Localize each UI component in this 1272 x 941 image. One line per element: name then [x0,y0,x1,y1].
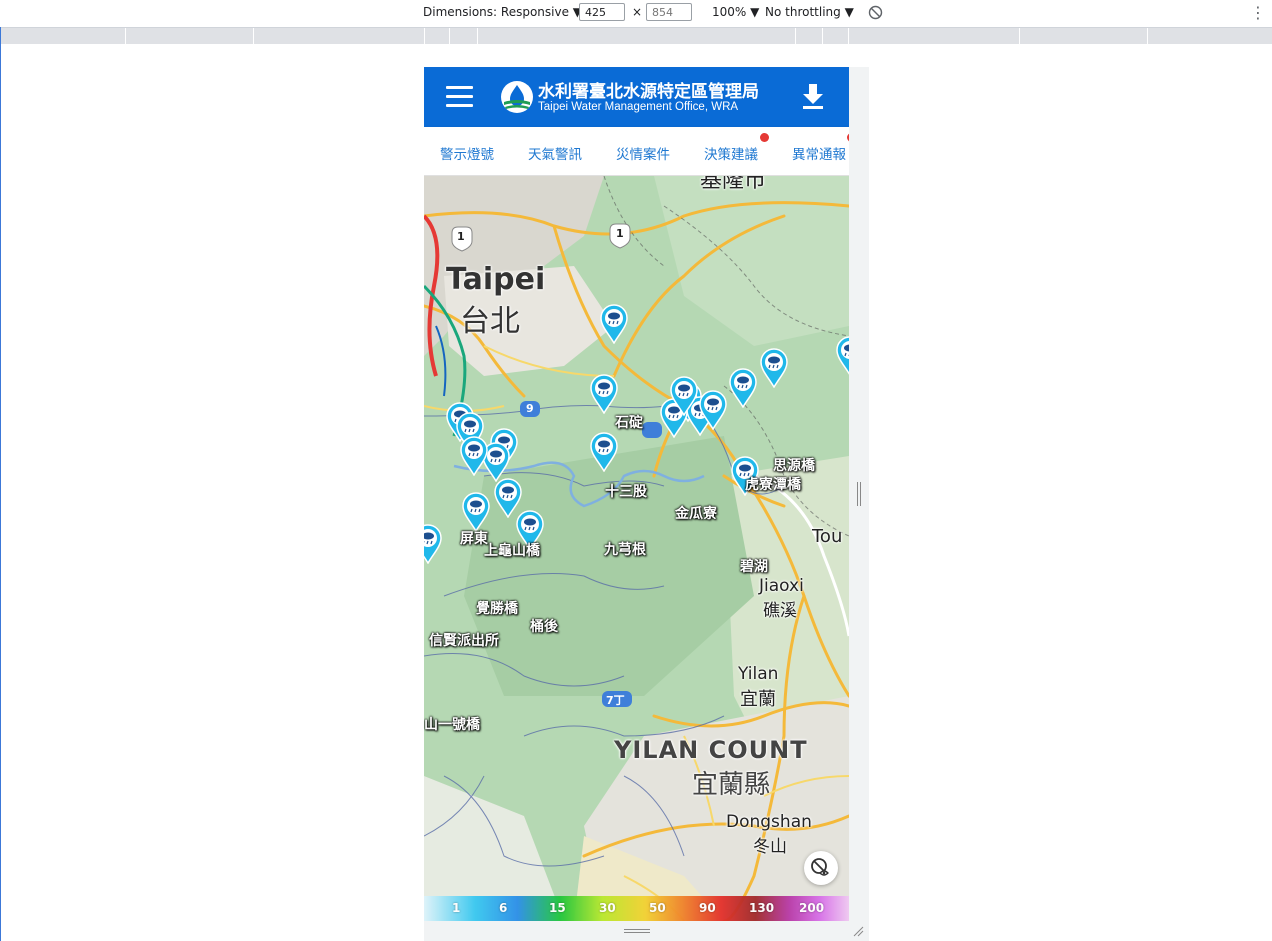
times-sign: × [632,5,643,19]
rain-station-pin-icon[interactable] [590,374,618,414]
rotate-icon[interactable] [868,5,883,20]
zoom-label: 100% [712,5,747,19]
rain-station-pin-icon[interactable] [590,432,618,472]
place-label-dongshan-en: Dongshan [726,812,812,832]
resize-corner-icon[interactable] [852,925,864,937]
height-input[interactable]: 854 [646,3,692,21]
dimensions-dropdown[interactable]: Dimensions: Responsive ▼ [423,5,582,19]
station-label[interactable]: 思源橋 [773,455,815,475]
station-label[interactable]: 上龜山橋 [484,540,540,560]
map-view[interactable]: 1 1 9 7丁 基隆市 Taipei 台北 Tou Jiaoxi 礁溪 Yil… [424,176,849,921]
tab-decision-advice[interactable]: 決策建議 [704,143,758,163]
place-label-jiaoxi-en: Jiaoxi [759,576,804,596]
station-label[interactable]: 碧湖 [740,556,768,576]
download-icon[interactable] [802,84,824,110]
station-label[interactable]: 信賢派出所 [429,630,499,650]
station-label[interactable]: 桶後 [530,616,558,636]
station-label[interactable]: 覺勝橋 [476,598,518,618]
menu-icon[interactable] [446,86,473,108]
toggle-visibility-button[interactable] [804,851,838,885]
rain-station-pin-icon[interactable] [699,390,727,430]
throttling-label: No throttling [765,5,841,19]
station-label[interactable]: 九芎根 [604,539,646,559]
route-9-label: 9 [526,402,534,415]
tab-anomaly-reports[interactable]: 異常通報 [792,143,846,163]
more-options-icon[interactable]: ⋮ [1250,3,1266,22]
throttling-dropdown[interactable]: No throttling ▼ [765,5,854,19]
device-viewport: 水利署臺北水源特定區管理局 Taipei Water Management Of… [424,67,849,921]
place-label-yilan-county-zh: 宜蘭縣 [692,770,771,800]
legend-value: 200 [799,901,825,915]
station-label[interactable]: 虎寮潭橋 [745,474,801,494]
place-label-yilan-zh: 宜蘭 [740,689,776,710]
station-label[interactable]: 石碇 [615,412,643,432]
rain-station-pin-icon[interactable] [836,336,849,376]
place-label-yilan-county-en: YILAN COUNT [614,736,808,764]
media-query-ruler [0,28,1272,44]
legend-value: 130 [749,901,775,915]
station-label[interactable]: 十三股 [605,481,647,501]
width-input[interactable]: 425 [579,3,625,21]
eye-off-icon [811,858,829,876]
route-1-label: 1 [616,227,624,240]
app-title-en: Taipei Water Management Office, WRA [538,101,739,113]
resize-handle-right[interactable] [849,67,869,921]
tab-bar: 警示燈號 天氣警訊 災情案件 決策建議 異常通報 [424,127,849,176]
place-label-yilan-en: Yilan [738,664,779,684]
frame-border [0,27,1,941]
rain-station-pin-icon[interactable] [460,436,488,476]
caret-down-icon: ▼ [750,5,760,19]
place-label-dongshan-zh: 冬山 [753,837,787,857]
notification-dot [847,133,849,142]
caret-down-icon: ▼ [844,5,854,19]
legend-value: 6 [499,901,508,915]
place-label-keelung: 基隆市 [700,176,767,193]
place-label-taipei-zh: 台北 [460,304,520,339]
rain-station-pin-icon[interactable] [729,368,757,408]
app-header: 水利署臺北水源特定區管理局 Taipei Water Management Of… [424,67,849,127]
tab-weather-alerts[interactable]: 天氣警訊 [528,143,582,163]
tab-disaster-cases[interactable]: 災情案件 [616,143,670,163]
app-title-zh: 水利署臺北水源特定區管理局 [538,82,759,102]
station-label[interactable]: 金瓜寮 [675,503,717,523]
legend-value: 15 [549,901,566,915]
dimensions-label: Dimensions: Responsive [423,5,569,19]
resize-handle-bottom[interactable] [424,921,869,941]
rainfall-legend: 1 6 15 30 50 90 130 200 [424,896,849,921]
rain-station-pin-icon[interactable] [760,348,788,388]
legend-value: 50 [649,901,666,915]
rain-station-pin-icon[interactable] [462,492,490,532]
place-label-jiaoxi-zh: 礁溪 [763,601,797,621]
legend-value: 90 [699,901,716,915]
route-7-label: 7丁 [606,694,625,707]
place-label-taipei-en: Taipei [446,262,546,297]
station-label[interactable]: 山一號橋 [424,714,480,734]
rain-station-pin-icon[interactable] [424,524,442,564]
zoom-dropdown[interactable]: 100% ▼ [712,5,759,19]
route-1-label: 1 [457,230,465,243]
place-label-tou: Tou [812,526,843,547]
wra-logo-icon [501,81,533,113]
tab-warning-lights[interactable]: 警示燈號 [440,143,494,163]
legend-value: 30 [599,901,616,915]
rain-station-pin-icon[interactable] [600,304,628,344]
notification-dot [760,133,769,142]
devtools-toolbar: Dimensions: Responsive ▼ 425 × 854 100% … [0,0,1272,28]
legend-value: 1 [452,901,461,915]
rain-station-pin-icon[interactable] [670,376,698,416]
